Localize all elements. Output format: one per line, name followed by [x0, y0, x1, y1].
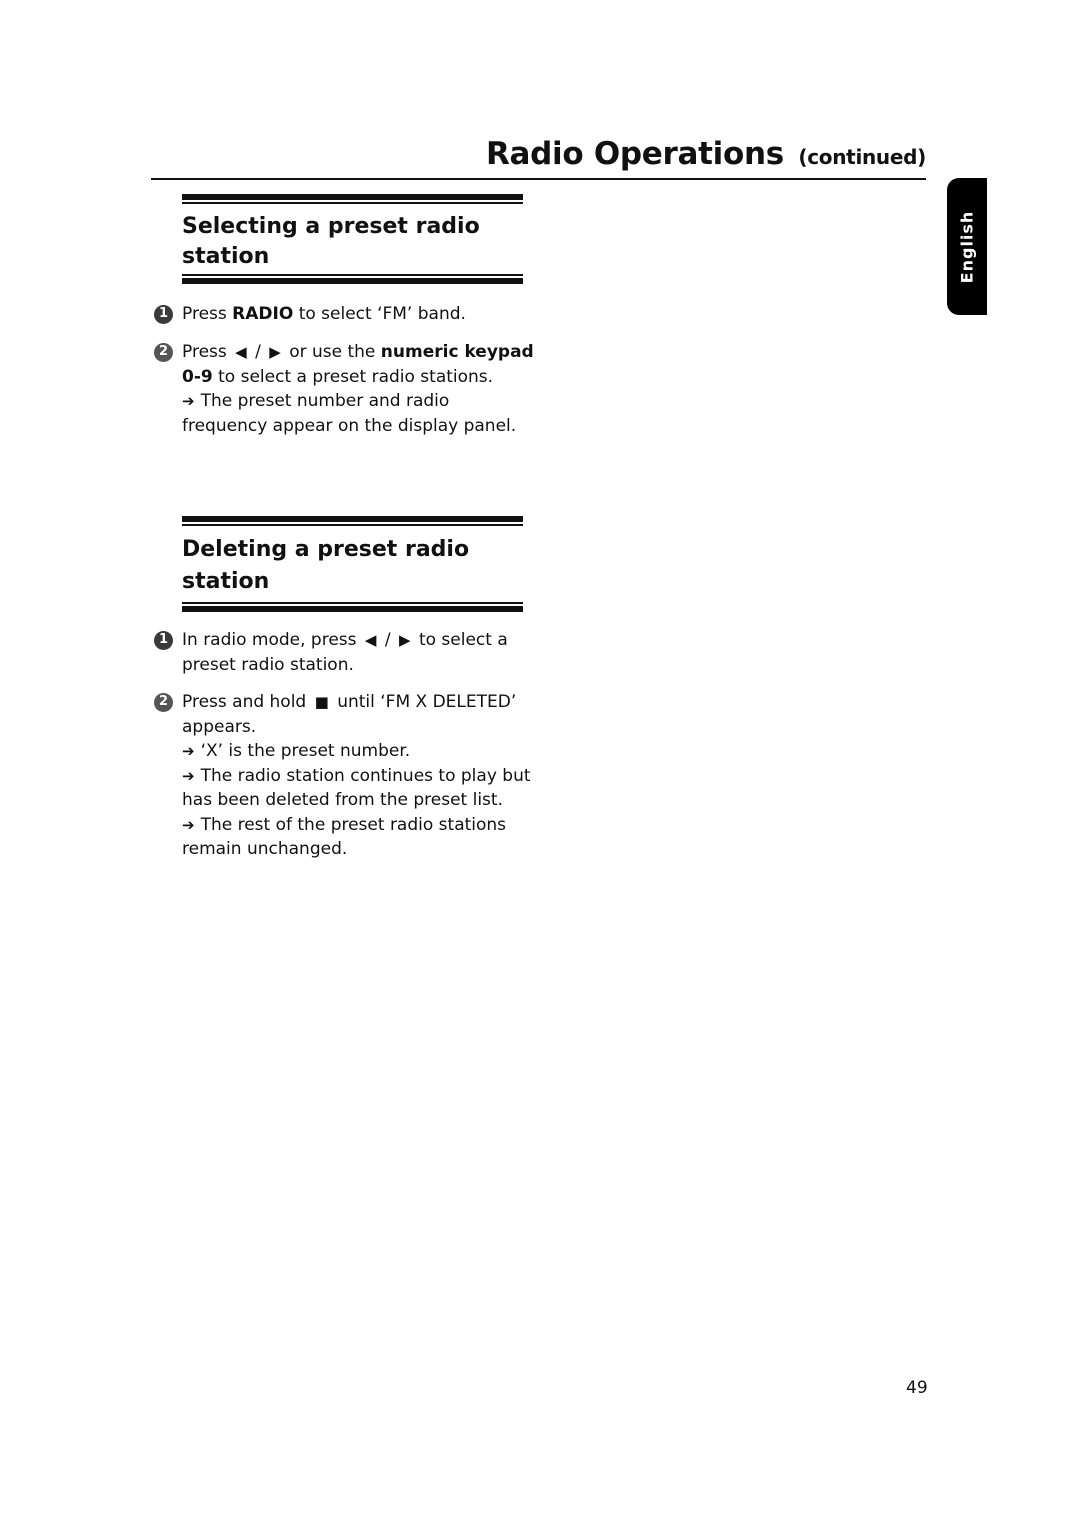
step-item: 1 Press RADIO to select ‘FM’ band. [154, 302, 534, 327]
page-number: 49 [906, 1378, 928, 1398]
step-note: ‘X’ is the preset number. [200, 741, 411, 761]
section-title: Selecting a preset radio station [182, 214, 480, 269]
step-text: to select a preset radio stations. [212, 366, 494, 387]
arrow-icon: ➔ [182, 815, 195, 834]
page-header: Radio Operations (continued) [151, 128, 926, 180]
section-rule-top [182, 194, 523, 209]
step-note: The preset number and radio frequency ap… [182, 391, 517, 436]
step-text: Press [182, 304, 233, 324]
previous-track-icon: ◀ [364, 631, 377, 649]
step-note: The rest of the preset radio stations re… [182, 814, 507, 860]
arrow-icon: ➔ [182, 742, 195, 760]
step-number-badge: 1 [154, 631, 173, 650]
stop-icon: ■ [314, 693, 329, 711]
section-deleting-preset: Deleting a preset radio station [182, 516, 523, 612]
section-rule-bottom [182, 602, 523, 612]
step-item: 1 In radio mode, press ◀ / ▶ to select a… [154, 628, 534, 677]
step-number-badge: 2 [154, 343, 173, 362]
step-text: Press and hold [182, 692, 312, 712]
step-number-badge: 1 [154, 305, 173, 324]
step-number-badge: 2 [154, 693, 173, 712]
step-text: / [379, 630, 397, 650]
step-item: 2 Press and hold ■ until ‘FM X DELETED’ … [154, 690, 534, 862]
page-title: Radio Operations (continued) [486, 136, 926, 172]
section-rule-top [182, 516, 523, 531]
next-track-icon: ▶ [399, 631, 411, 649]
page-title-continued: (continued) [798, 145, 926, 169]
section-rule-bottom [182, 274, 523, 284]
step-note: The radio station continues to play but … [182, 765, 531, 811]
next-track-icon: ▶ [269, 343, 281, 361]
language-tab-label: English [957, 210, 977, 283]
arrow-icon: ➔ [182, 766, 195, 785]
step-text: or use the [283, 342, 381, 362]
step-text: In radio mode, press [182, 630, 362, 650]
language-tab: English [947, 178, 987, 315]
previous-track-icon: ◀​ [235, 343, 247, 361]
section-title: Deleting a preset radio station [182, 537, 470, 594]
step-item: 2 Press ◀​ / ▶ or use the numeric keypad… [154, 340, 534, 438]
arrow-icon: ➔ [182, 392, 195, 410]
key-label-radio: RADIO [232, 304, 294, 324]
step-text: Press [182, 342, 233, 362]
step-text: to select ‘FM’ band. [293, 304, 466, 324]
section-selecting-preset: Selecting a preset radio station [182, 194, 523, 284]
page-title-text: Radio Operations [485, 136, 784, 172]
step-text: / [249, 342, 267, 362]
